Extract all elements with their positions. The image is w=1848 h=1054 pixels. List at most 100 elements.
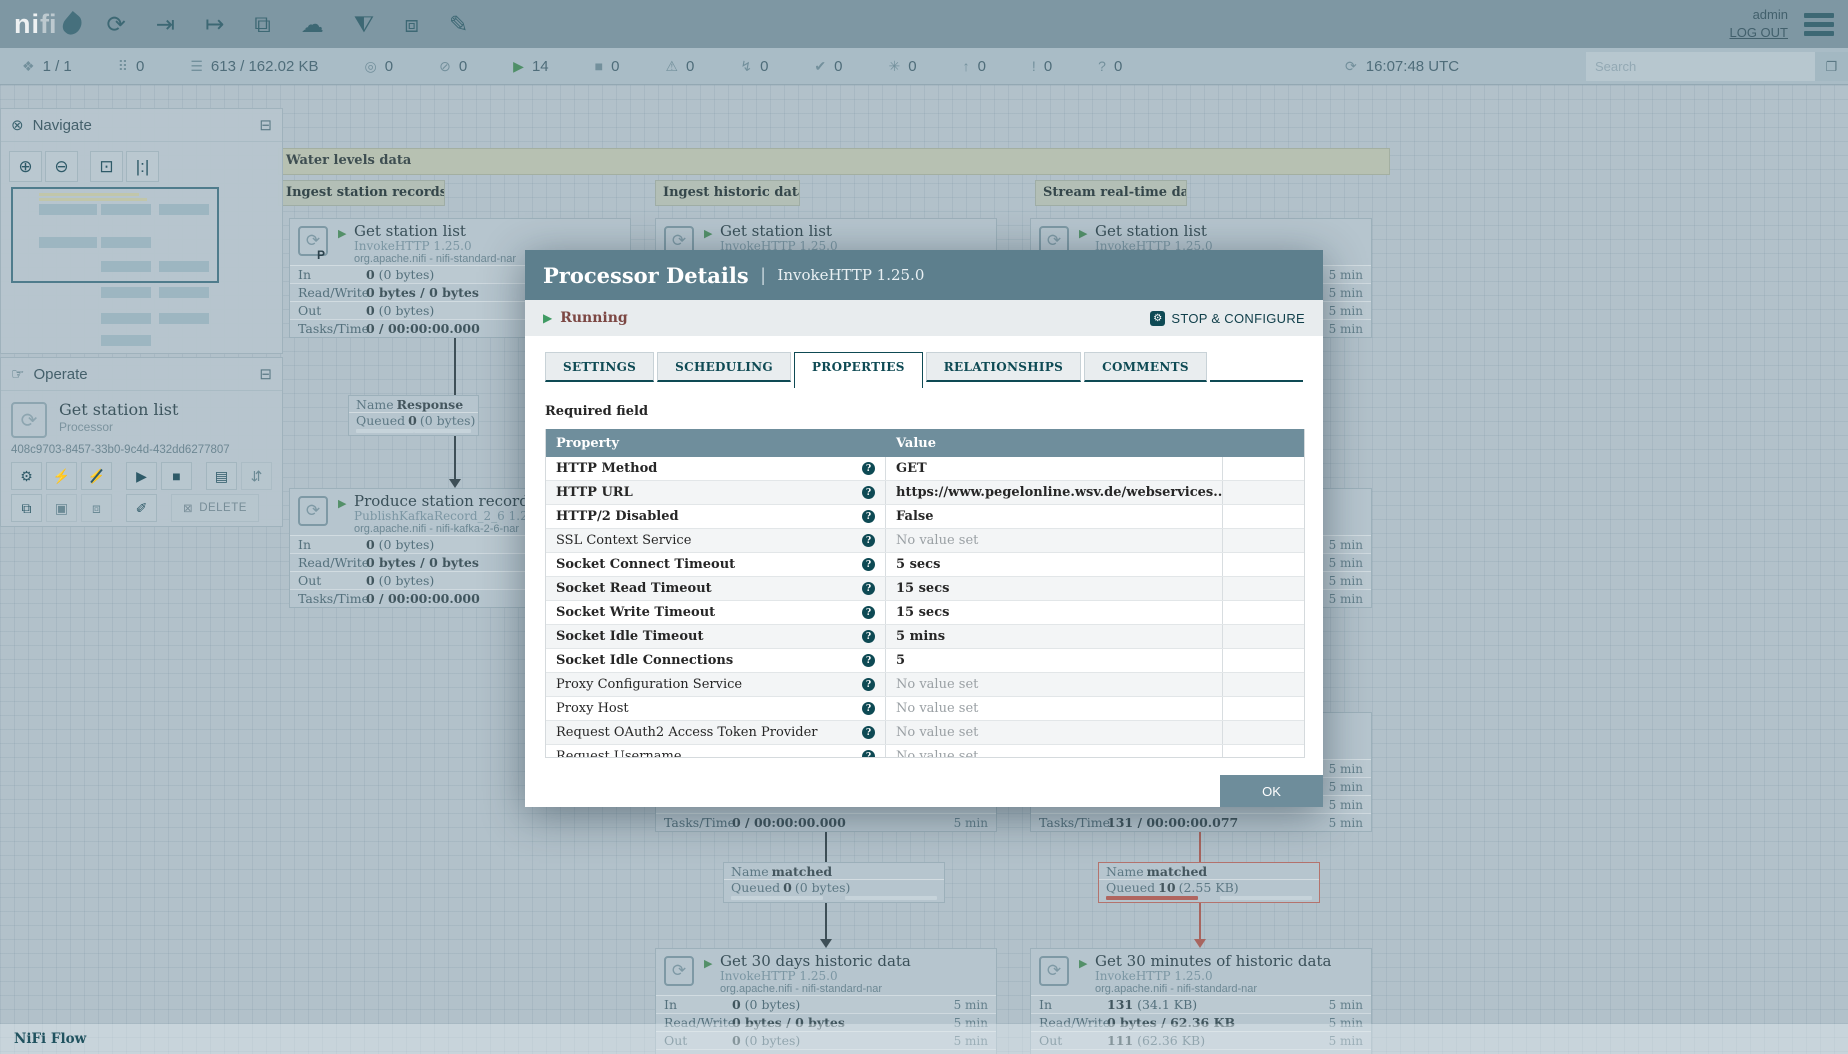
help-icon[interactable] [862,702,875,715]
stop-button[interactable]: ■ [161,462,192,490]
property-value: https://www.pegelonline.wsv.de/webservic… [886,481,1223,504]
tab-properties[interactable]: PROPERTIES [793,352,923,388]
processor-icon[interactable]: ⟳ [107,12,126,36]
operate-palette: ☞ Operate ⊟ ⟳ Get station list Processor… [0,357,283,527]
connection-label-matched-2[interactable]: Name matched Queued 10 (2.55 KB) [1098,862,1320,903]
running-icon: ▶ [513,58,524,74]
input-port-icon[interactable]: ⇥ [156,12,175,36]
run-status-icon: ▶ [704,228,713,240]
connection-label-matched-1[interactable]: Name matched Queued 0 (0 bytes) [723,862,945,903]
zoom-in-button[interactable]: ⊕ [9,151,42,182]
configuration-button[interactable]: ⚙ [11,462,42,490]
zoom-fit-button[interactable]: ⊡ [90,151,123,182]
help-icon[interactable] [862,582,875,595]
help-icon[interactable] [862,486,875,499]
search-input[interactable] [1586,52,1815,81]
status-count-locally-modified: ✳ 0 [889,58,917,75]
property-cell: Request Username [546,745,886,757]
global-menu-icon[interactable] [1804,12,1834,36]
help-icon[interactable] [862,462,875,475]
canvas-label-2[interactable]: Stream real-time data [1035,180,1187,206]
birdseye-node [159,287,209,298]
collapse-icon[interactable]: ⊟ [259,116,272,134]
stat-label: Out [298,303,322,318]
label-icon[interactable]: ✎ [449,12,468,36]
collapse-icon[interactable]: ⊟ [259,365,272,383]
delete-button[interactable]: ⊠ DELETE [171,494,259,522]
stop-and-configure-button[interactable]: ⚙ STOP & CONFIGURE [1150,310,1305,326]
canvas-label-water-levels[interactable]: Water levels data [278,148,1390,175]
remote-process-group-icon[interactable]: ☁ [301,12,324,36]
queued-count: 0 [783,880,792,895]
property-value: 5 secs [886,553,1223,576]
processor-titles: Get station list InvokeHTTP 1.25.0 [720,223,838,253]
copy-button[interactable]: ⧉ [11,494,42,522]
output-port-icon[interactable]: ↦ [205,12,224,36]
group-button[interactable]: ⧈ [81,494,112,522]
tab-relationships[interactable]: RELATIONSHIPS [925,352,1082,382]
property-row: SSL Context Service No value set [546,529,1304,553]
help-icon[interactable] [862,678,875,691]
status-bar: ❖ 1 / 1 ⠿ 0 ☰ 613 / 162.02 KB ◎ 0 ⊘ 0 ▶ 14 ■ 0 ⚠ 0 ↯ 0 ✔ 0 ✳… [0,48,1848,85]
color-button[interactable]: ✐ [126,494,157,522]
property-extra-cell [1223,673,1304,696]
canvas-label-0[interactable]: Ingest station records [278,180,445,206]
stat-label: In [664,997,677,1012]
help-icon[interactable] [862,726,875,739]
zoom-out-button[interactable]: ⊖ [45,151,78,182]
queue-indicators [724,895,944,900]
stat-period: 5 min [1328,797,1363,812]
processor-icon: ⟳ [1039,956,1069,986]
property-row: Socket Write Timeout 15 secs [546,601,1304,625]
tab-comments[interactable]: COMMENTS [1084,352,1207,382]
tab-settings[interactable]: SETTINGS [545,352,655,382]
queue-count-bar [731,896,823,900]
queue-count-bar [1106,896,1198,900]
breadcrumb[interactable]: NiFi Flow [14,1031,86,1047]
refresh-icon[interactable]: ⟳ [1345,59,1357,73]
component-toolbar: ⟳ ⇥ ↦ ⧉ ☁ ⧨ ⧈ ✎ [107,12,469,36]
start-button[interactable]: ▶ [126,462,157,490]
run-status-icon: ▶ [338,228,347,240]
paste-button[interactable]: ▣ [46,494,77,522]
help-icon[interactable] [862,750,875,757]
help-icon[interactable] [862,606,875,619]
stat-value: 131 / 00:00:00.077 [1107,815,1238,830]
processor-name: Get station list [354,222,466,240]
connection-label-response[interactable]: Name Response Queued 0 (0 bytes) [348,395,479,436]
search-button[interactable]: ❐ [1815,52,1848,81]
birdseye-map[interactable] [11,187,219,283]
canvas-label-1[interactable]: Ingest historic data [655,180,800,206]
help-icon[interactable] [862,558,875,571]
template-icon[interactable]: ⧈ [404,12,419,36]
invalid-icon: ⚠ [665,58,678,74]
enable-button[interactable]: ⚡ [46,462,77,490]
topbar-right: admin LOG OUT [1729,6,1834,42]
dialog-subtitle: InvokeHTTP 1.25.0 [777,266,925,284]
logout-link[interactable]: LOG OUT [1729,24,1788,42]
connection-line[interactable] [454,433,456,481]
stat-value-rest: (0 bytes) [374,303,435,318]
stat-value: 0 bytes / 0 bytes [366,555,479,570]
breadcrumb-bar: NiFi Flow [0,1024,1848,1054]
funnel-icon[interactable]: ⧨ [354,12,375,36]
disable-button[interactable]: ⚡ [81,462,112,490]
gear-icon: ⚙ [1150,310,1166,326]
processor-name: Get station list [1095,222,1207,240]
zoom-actual-button[interactable]: |:| [126,151,159,182]
operate-buttons-row2: ⧉ ▣ ⧈ ✐ ⊠ DELETE [11,494,259,522]
process-group-icon[interactable]: ⧉ [254,12,270,36]
status-count-disabled: ↯ 0 [740,58,768,75]
help-icon[interactable] [862,534,875,547]
change-version-button[interactable]: ⇵ [241,462,272,490]
create-template-button[interactable]: ▤ [206,462,237,490]
property-cell: Proxy Host [546,697,886,720]
help-icon[interactable] [862,630,875,643]
status-count-value: 0 [384,57,394,75]
connection-line[interactable] [454,336,456,395]
disabled-icon: ↯ [740,58,753,74]
ok-button[interactable]: OK [1220,775,1323,807]
help-icon[interactable] [862,654,875,667]
help-icon[interactable] [862,510,875,523]
tab-scheduling[interactable]: SCHEDULING [657,352,791,382]
